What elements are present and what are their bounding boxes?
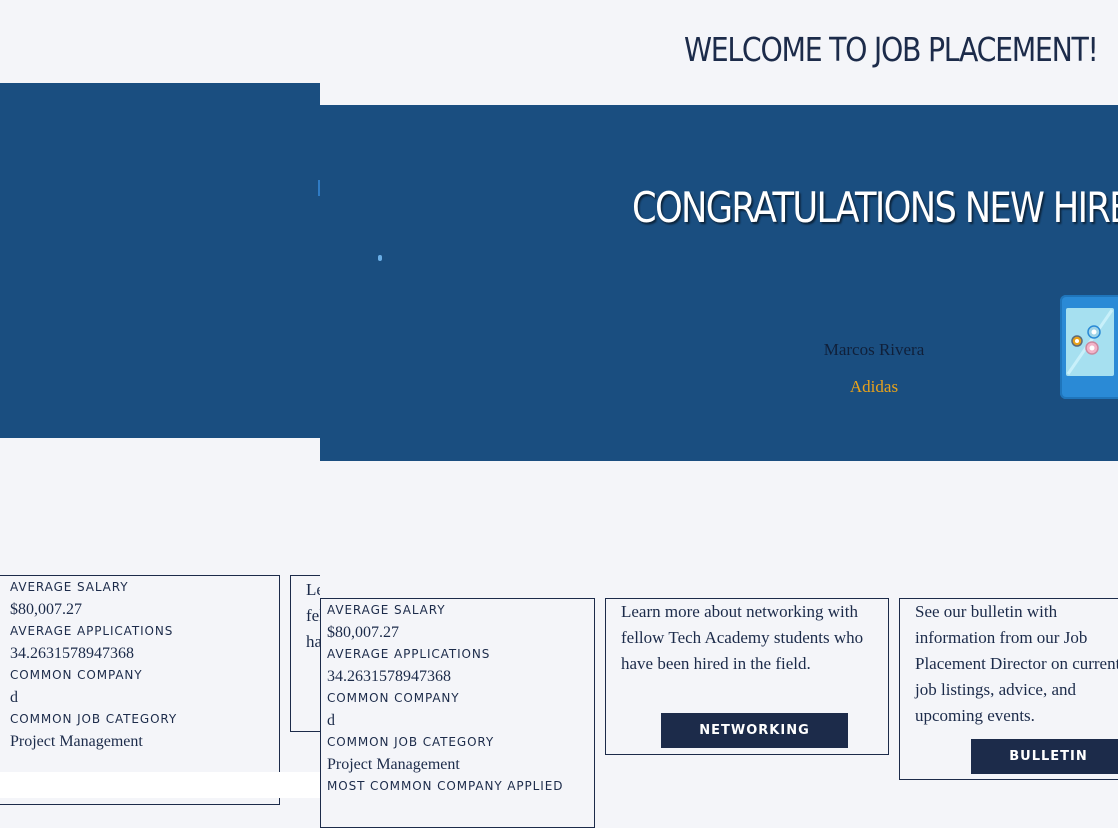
hire-name: Marcos Rivera bbox=[823, 340, 925, 359]
common-company-label: COMMON COMPANY bbox=[10, 668, 143, 682]
common-job-category-value: Project Management bbox=[327, 756, 460, 773]
bulletin-card: See our bulletin with information from o… bbox=[899, 598, 1118, 780]
networking-card: Learn more about networking with fellow … bbox=[605, 598, 889, 755]
page-title: WELCOME TO JOB PLACEMENT! bbox=[684, 30, 1099, 69]
common-company-value: d bbox=[10, 689, 18, 706]
carousel-dot bbox=[378, 255, 382, 261]
footer-strip bbox=[0, 772, 320, 798]
bulletin-text: See our bulletin with information from o… bbox=[915, 602, 1118, 725]
avg-salary-value: $80,007.27 bbox=[10, 601, 82, 618]
avg-applications-value: 34.2631578947368 bbox=[10, 645, 134, 662]
stats-card-back: AVERAGE SALARY $80,007.27 AVERAGE APPLIC… bbox=[0, 575, 280, 805]
stats-card: AVERAGE SALARY $80,007.27 AVERAGE APPLIC… bbox=[320, 598, 595, 828]
common-job-category-label: COMMON JOB CATEGORY bbox=[10, 712, 178, 726]
tablet-screen bbox=[1066, 308, 1114, 376]
common-company-value: d bbox=[327, 712, 335, 729]
avg-salary-value: $80,007.27 bbox=[327, 624, 399, 641]
networking-card-back: Learn more about networking with fellow … bbox=[290, 575, 320, 732]
bulletin-button[interactable]: BULLETIN bbox=[971, 739, 1118, 774]
networking-button[interactable]: NETWORKING bbox=[661, 713, 848, 748]
banner-back-layer bbox=[0, 83, 320, 438]
avg-applications-label: AVERAGE APPLICATIONS bbox=[327, 647, 491, 661]
banner-heading: CONGRATULATIONS NEW HIRES!!! bbox=[632, 183, 1118, 232]
common-job-category-label: COMMON JOB CATEGORY bbox=[327, 735, 495, 749]
avg-salary-label: AVERAGE SALARY bbox=[10, 580, 129, 594]
most-common-company-applied-label: MOST COMMON COMPANY APPLIED bbox=[327, 779, 564, 793]
avg-salary-label: AVERAGE SALARY bbox=[327, 603, 446, 617]
avg-applications-value: 34.2631578947368 bbox=[327, 668, 451, 685]
avg-applications-label: AVERAGE APPLICATIONS bbox=[10, 624, 174, 638]
common-company-label: COMMON COMPANY bbox=[327, 691, 460, 705]
networking-text: Learn more about networking with fellow … bbox=[621, 602, 864, 673]
hire-company: Adidas bbox=[849, 377, 899, 396]
common-job-category-value: Project Management bbox=[10, 733, 143, 750]
tablet-illustration-icon bbox=[1060, 295, 1118, 399]
new-hires-banner: CONGRATULATIONS NEW HIRES!!! Marcos Rive… bbox=[320, 105, 1118, 461]
networking-card-back-text: Learn more about networking with fellow … bbox=[306, 580, 320, 651]
